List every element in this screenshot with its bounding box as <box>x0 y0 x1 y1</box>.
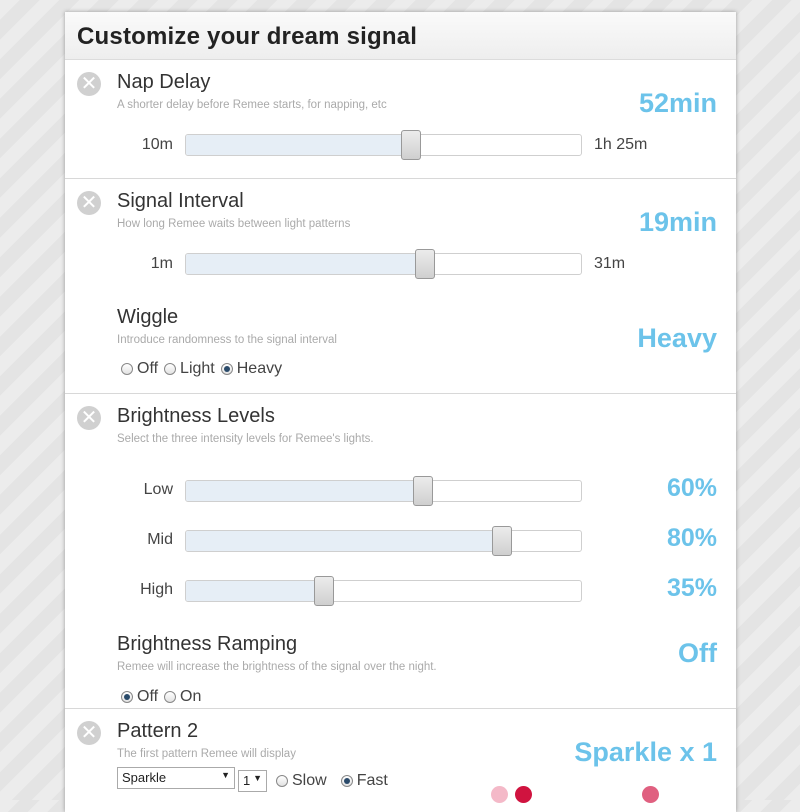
radio-on-icon <box>340 775 353 787</box>
wiggle-option-label: Off <box>137 360 159 377</box>
pattern-title: Pattern 2 <box>117 720 199 742</box>
wiggle-option-off[interactable]: Off <box>121 360 158 378</box>
brightness-low-slider[interactable] <box>185 476 582 506</box>
nap-delay-section: ✕ Nap Delay A shorter delay before Remee… <box>65 60 736 179</box>
wiggle-option-label: Heavy <box>236 360 283 377</box>
radio-on-icon <box>220 363 233 375</box>
speed-option-fast[interactable]: Fast <box>340 772 388 790</box>
nap-delay-title: Nap Delay <box>117 71 211 93</box>
signal-interval-section: ✕ Signal Interval How long Remee waits b… <box>65 179 736 394</box>
wiggle-option-label: Light <box>180 360 215 377</box>
brightness-levels-description: Select the three intensity levels for Re… <box>117 433 374 445</box>
pattern-description: The first pattern Remee will display <box>117 748 296 760</box>
chevron-down-icon: ▼ <box>253 773 262 783</box>
close-circle-icon: ✕ <box>80 192 98 214</box>
panel-title: Customize your dream signal <box>77 23 418 50</box>
nap-delay-description: A shorter delay before Remee starts, for… <box>117 99 387 111</box>
pattern-type-select[interactable]: Sparkle ▼ <box>117 767 235 789</box>
brightness-ramping-description: Remee will increase the brightness of th… <box>117 661 437 673</box>
signal-interval-slider-fill <box>186 254 425 274</box>
close-circle-icon: ✕ <box>80 722 98 744</box>
signal-interval-title: Signal Interval <box>117 190 244 212</box>
brightness-mid-slider-fill <box>186 531 502 551</box>
brightness-high-slider-fill <box>186 581 325 601</box>
pattern-color-3[interactable] <box>642 786 659 803</box>
pattern-speed-options: Slow Fast <box>276 772 394 790</box>
wiggle-options: Off Light Heavy <box>121 360 288 378</box>
wiggle-title: Wiggle <box>117 306 179 328</box>
nap-delay-slider-fill <box>186 135 412 155</box>
signal-interval-slider[interactable] <box>185 249 582 279</box>
nap-delay-slider[interactable] <box>185 130 582 160</box>
pattern-value: Sparkle x 1 <box>574 737 717 767</box>
speed-option-label: Fast <box>356 772 388 789</box>
nap-delay-slider-thumb[interactable] <box>401 130 422 160</box>
radio-off-icon <box>164 363 177 375</box>
close-circle-icon: ✕ <box>80 73 98 95</box>
brightness-low-slider-thumb[interactable] <box>413 476 433 506</box>
brightness-mid-label: Mid <box>147 531 173 548</box>
ramping-option-off[interactable]: Off <box>121 688 158 706</box>
brightness-ramping-title: Brightness Ramping <box>117 633 298 655</box>
ramping-option-label: On <box>180 688 202 705</box>
remove-nap-delay-button[interactable]: ✕ <box>77 72 101 96</box>
radio-off-icon <box>121 363 133 375</box>
wiggle-description: Introduce randomness to the signal inter… <box>117 334 337 346</box>
brightness-ramping-value: Off <box>678 638 717 668</box>
brightness-mid-slider-thumb[interactable] <box>492 526 512 556</box>
brightness-low-slider-fill <box>186 481 423 501</box>
signal-interval-slider-thumb[interactable] <box>414 249 435 279</box>
brightness-low-label: Low <box>143 481 173 498</box>
brightness-high-value: 35% <box>666 574 717 602</box>
panel-header: Customize your dream signal <box>65 12 736 60</box>
nap-delay-value: 52min <box>638 88 717 118</box>
brightness-mid-value: 80% <box>666 524 717 552</box>
pattern-count-selected: 1 <box>243 773 251 788</box>
radio-off-icon <box>276 775 288 787</box>
chevron-down-icon: ▼ <box>221 770 230 780</box>
speed-option-slow[interactable]: Slow <box>276 772 327 790</box>
pattern-section: ✕ Pattern 2 The first pattern Remee will… <box>65 709 736 812</box>
nap-delay-min-label: 10m <box>141 136 173 153</box>
wiggle-option-heavy[interactable]: Heavy <box>220 360 283 378</box>
brightness-high-slider[interactable] <box>185 576 582 606</box>
brightness-high-label: High <box>140 581 173 598</box>
pattern-count-select[interactable]: 1 ▼ <box>238 770 267 792</box>
brightness-levels-title: Brightness Levels <box>117 405 275 427</box>
pattern-color-2[interactable] <box>515 786 532 803</box>
wiggle-value: Heavy <box>637 323 717 353</box>
signal-interval-max-label: 31m <box>594 255 626 272</box>
signal-interval-description: How long Remee waits between light patte… <box>117 218 351 230</box>
remove-brightness-levels-button[interactable]: ✕ <box>77 406 101 430</box>
signal-interval-min-label: 1m <box>150 255 173 272</box>
signal-interval-value: 19min <box>638 207 717 237</box>
wiggle-option-light[interactable]: Light <box>164 360 215 378</box>
nap-delay-max-label: 1h 25m <box>594 136 648 153</box>
brightness-ramping-options: Off On <box>121 688 207 706</box>
close-circle-icon: ✕ <box>80 407 98 429</box>
remove-pattern-button[interactable]: ✕ <box>77 721 101 745</box>
pattern-type-selected: Sparkle <box>122 770 167 785</box>
brightness-high-slider-thumb[interactable] <box>314 576 335 606</box>
speed-option-label: Slow <box>292 772 327 789</box>
remove-signal-interval-button[interactable]: ✕ <box>77 191 101 215</box>
pattern-color-1[interactable] <box>491 786 508 803</box>
ramping-option-on[interactable]: On <box>164 688 201 706</box>
customize-panel: Customize your dream signal ✕ Nap Delay … <box>65 12 736 812</box>
brightness-mid-slider[interactable] <box>185 526 582 556</box>
radio-off-icon <box>164 691 177 703</box>
brightness-levels-section: ✕ Brightness Levels Select the three int… <box>65 394 736 709</box>
radio-on-icon <box>121 691 133 703</box>
ramping-option-label: Off <box>137 688 159 705</box>
brightness-low-value: 60% <box>666 474 717 502</box>
